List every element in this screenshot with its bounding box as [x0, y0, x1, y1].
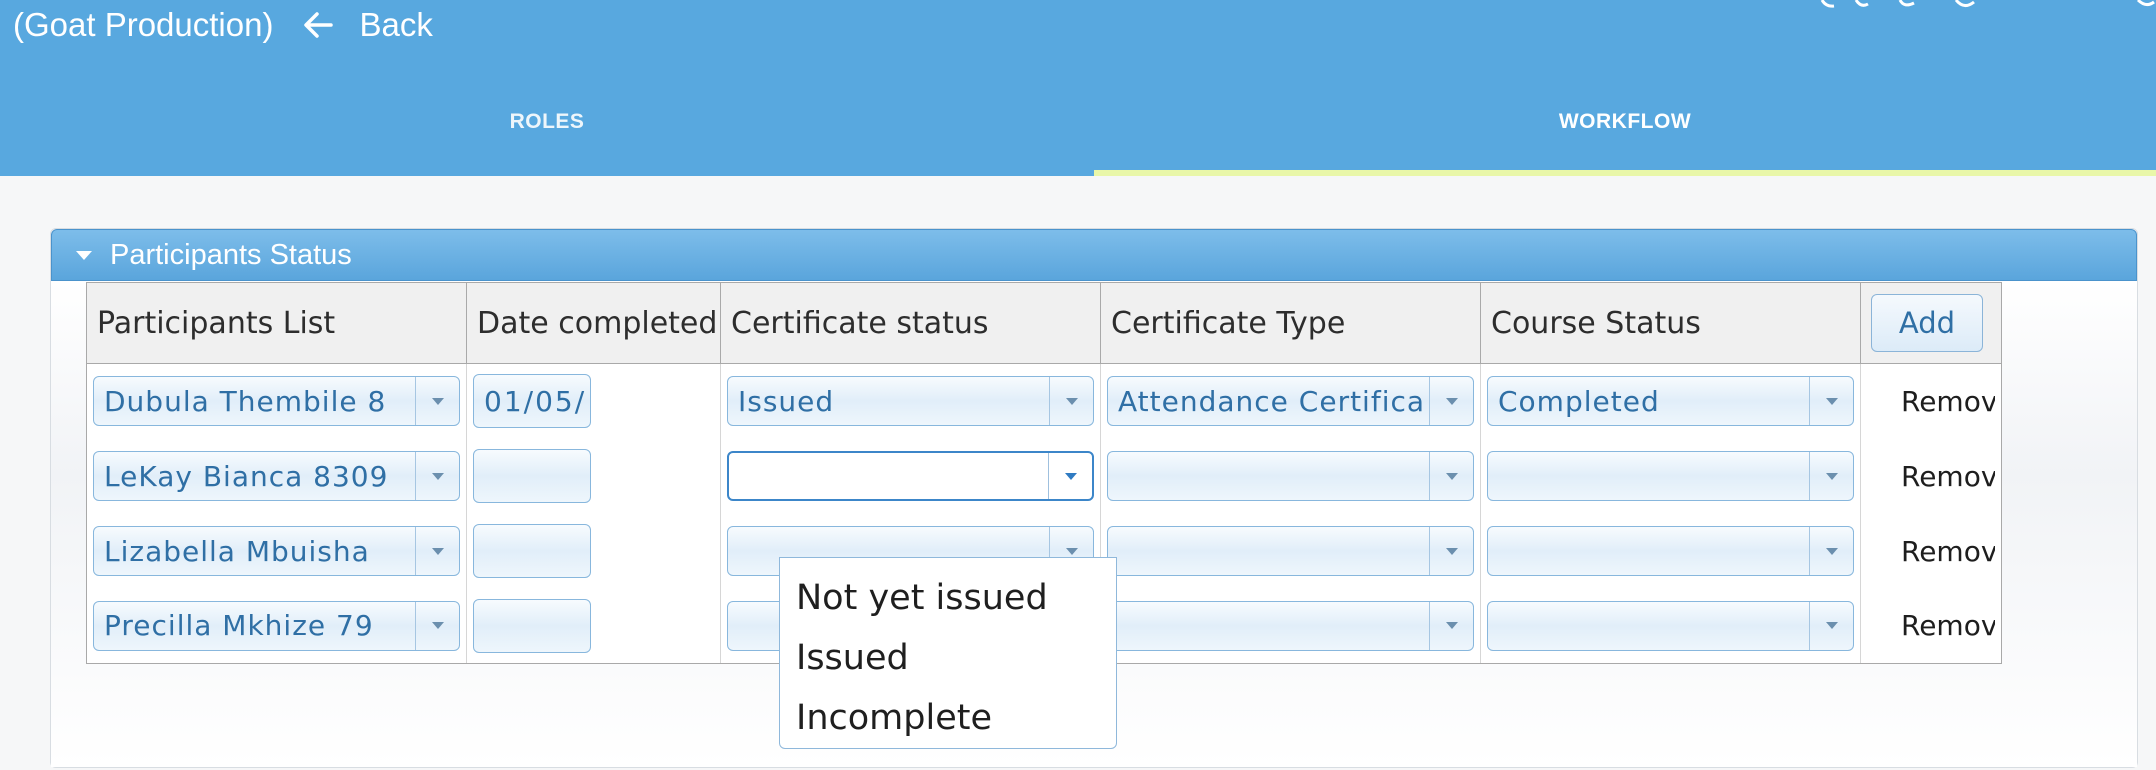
dropdown-option-issued[interactable]: Issued [780, 628, 1116, 688]
back-button[interactable]: Back [359, 6, 432, 44]
tab-workflow[interactable]: WORKFLOW [1094, 110, 2156, 144]
chevron-down-icon[interactable] [415, 527, 459, 575]
chevron-down-icon[interactable] [1809, 377, 1853, 426]
dropdown-option-incomplete[interactable]: Incomplete [780, 688, 1116, 748]
chevron-down-icon[interactable] [415, 377, 459, 426]
header-overflow-icons [1820, 0, 2155, 8]
chevron-down-icon[interactable] [1429, 601, 1473, 650]
chevron-down-icon[interactable] [1429, 452, 1473, 500]
chevron-down-icon[interactable] [415, 601, 459, 650]
chevron-down-icon[interactable] [1809, 601, 1853, 650]
certificate-type-select[interactable]: Attendance Certifica [1107, 376, 1474, 427]
table-row: LeKay Bianca 8309 Remove [86, 438, 2002, 514]
app-header: (Goat Production) Back ROLES WORKFLOW [0, 0, 2156, 176]
participant-select[interactable]: Dubula Thembile 8 [93, 376, 460, 427]
certificate-type-select[interactable] [1107, 451, 1474, 501]
course-status-select[interactable] [1487, 451, 1854, 501]
header-row: (Goat Production) Back [0, 0, 433, 50]
panel-header[interactable]: Participants Status [51, 229, 2137, 281]
certificate-status-select[interactable] [727, 451, 1094, 501]
date-completed-input[interactable] [473, 449, 591, 503]
table-row: Dubula Thembile 8 01/05/ Issued Attendan… [86, 363, 2002, 439]
chevron-down-icon[interactable] [1429, 527, 1473, 575]
chevron-down-icon[interactable] [1809, 452, 1853, 500]
remove-link[interactable]: Remove [1867, 460, 1995, 493]
certificate-status-dropdown: Not yet issued Issued Incomplete [779, 557, 1117, 749]
participant-select[interactable]: Precilla Mkhize 79 [93, 600, 460, 651]
column-header-participants: Participants List [86, 282, 467, 364]
chevron-down-icon[interactable] [415, 452, 459, 500]
chevron-down-icon[interactable] [1429, 377, 1473, 426]
add-header-cell: Add [1860, 282, 2002, 364]
panel-title: Participants Status [110, 238, 352, 271]
participant-select[interactable]: LeKay Bianca 8309 [93, 451, 460, 501]
course-status-select[interactable] [1487, 526, 1854, 576]
course-status-select[interactable]: Completed [1487, 376, 1854, 427]
participant-select[interactable]: Lizabella Mbuisha [93, 526, 460, 576]
caret-down-icon[interactable] [76, 250, 92, 260]
certificate-type-select[interactable] [1107, 526, 1474, 576]
chevron-down-icon[interactable] [1809, 527, 1853, 575]
course-status-select[interactable] [1487, 600, 1854, 651]
column-header-certificate-status: Certificate status [720, 282, 1101, 364]
dropdown-option-not-yet-issued[interactable]: Not yet issued [780, 568, 1116, 628]
active-tab-indicator [1094, 170, 2156, 176]
arrow-left-icon[interactable] [301, 8, 335, 42]
chevron-down-icon[interactable] [1049, 377, 1093, 426]
remove-link[interactable]: Remove [1867, 385, 1995, 418]
date-completed-input[interactable] [473, 524, 591, 578]
column-header-course-status: Course Status [1480, 282, 1861, 364]
column-header-certificate-type: Certificate Type [1100, 282, 1481, 364]
page-title: (Goat Production) [13, 6, 274, 43]
tab-roles[interactable]: ROLES [0, 110, 1094, 144]
date-completed-input[interactable] [473, 598, 591, 653]
remove-link[interactable]: Remove [1867, 535, 1995, 568]
column-header-date: Date completed [466, 282, 721, 364]
add-button[interactable]: Add [1871, 294, 1983, 352]
remove-link[interactable]: Remove [1867, 609, 1995, 642]
date-completed-input[interactable]: 01/05/ [473, 374, 591, 429]
chevron-down-icon[interactable] [1048, 453, 1092, 499]
certificate-status-select[interactable]: Issued [727, 376, 1094, 427]
certificate-type-select[interactable] [1107, 600, 1474, 651]
